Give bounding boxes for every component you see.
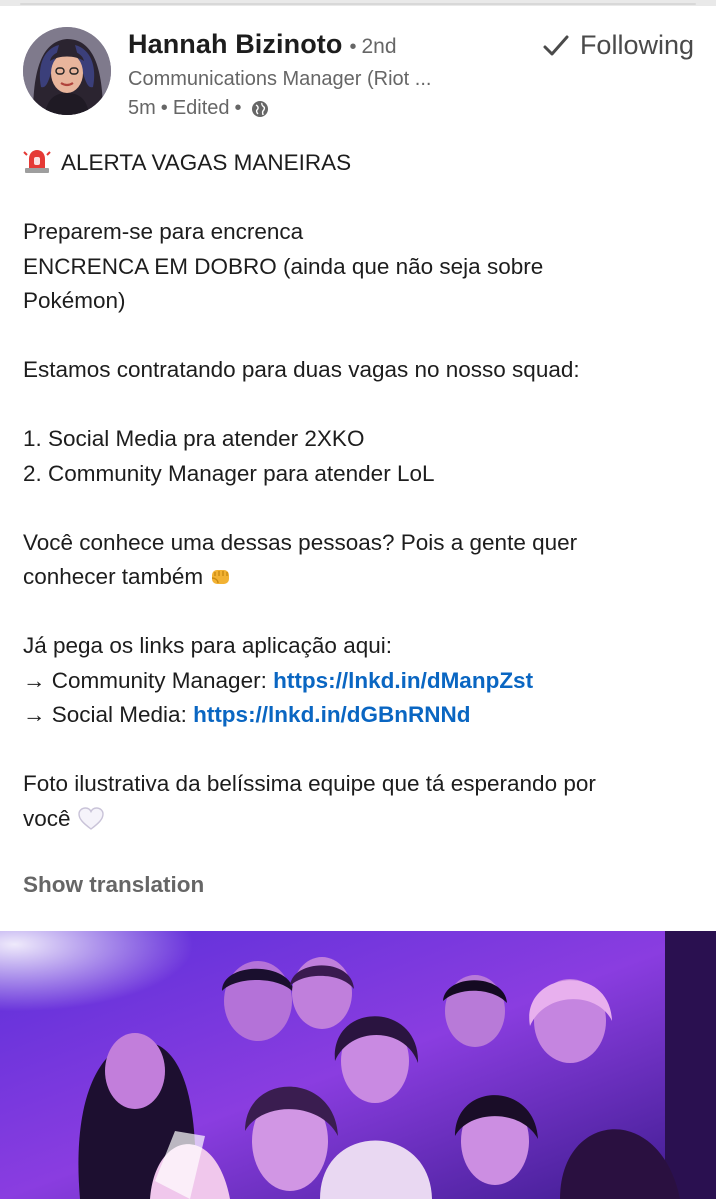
post-meta: 5m • Edited • xyxy=(128,97,269,120)
author-name-row: Hannah Bizinoto • 2nd xyxy=(128,29,397,60)
post-header: Hannah Bizinoto • 2nd Communications Man… xyxy=(0,20,716,130)
post-time: 5m xyxy=(128,97,156,119)
edited-label: Edited xyxy=(172,97,230,119)
globe-icon xyxy=(251,100,269,118)
text-line: Preparem-se para encrenca xyxy=(23,219,304,244)
separator-dot: • xyxy=(349,36,357,58)
alert-title: ALERTA VAGAS MANEIRAS xyxy=(61,150,352,175)
white-heart-icon xyxy=(77,806,105,832)
alert-line: ALERTA VAGAS MANEIRAS xyxy=(23,146,698,181)
text-line: Pokémon) xyxy=(23,288,126,313)
check-icon xyxy=(542,32,570,60)
post-image[interactable] xyxy=(0,931,716,1199)
community-manager-link[interactable]: https://lnkd.in/dManpZst xyxy=(273,668,533,693)
top-divider xyxy=(0,0,716,6)
text-line: Estamos contratando para duas vagas no n… xyxy=(23,357,580,382)
link-label: → Community Manager: xyxy=(23,667,274,693)
siren-icon xyxy=(23,148,51,174)
text-line: Você conhece uma dessas pessoas? Pois a … xyxy=(23,529,578,555)
author-avatar[interactable] xyxy=(23,27,111,115)
text-line-with-emoji: conhecer também xyxy=(23,560,698,595)
text-line-with-emoji: você xyxy=(23,802,698,837)
author-name[interactable]: Hannah Bizinoto xyxy=(128,29,342,60)
link-label: → Social Media: xyxy=(23,702,194,727)
link-line: → Social Media: https://lnkd.in/dGBnRNNd xyxy=(23,698,698,733)
text-line: Foto ilustrativa da belíssima equipe que… xyxy=(23,771,596,796)
text-line: Já pega os links para aplicação aqui: xyxy=(23,633,392,658)
author-headline: Communications Manager (Riot ... xyxy=(128,68,432,90)
separator-dot: • xyxy=(160,97,168,119)
text-fragment: conhecer também xyxy=(23,564,204,589)
fist-icon xyxy=(209,564,233,588)
link-line: → Community Manager: https://lnkd.in/dMa… xyxy=(23,664,698,699)
following-label: Following xyxy=(579,30,694,60)
post-text: ALERTA VAGAS MANEIRAS Preparem-se para e… xyxy=(23,146,698,836)
show-translation-button[interactable]: Show translation xyxy=(23,872,204,898)
list-item: 2. Community Manager para atender LoL xyxy=(23,460,435,486)
text-line: ENCRENCA EM DOBRO (ainda que não seja so… xyxy=(23,253,544,279)
text-fragment: você xyxy=(23,805,71,831)
following-button[interactable]: Following xyxy=(542,30,694,61)
social-media-link[interactable]: https://lnkd.in/dGBnRNNd xyxy=(193,702,470,727)
separator-dot: • xyxy=(234,97,242,119)
list-item: 1. Social Media pra atender 2XKO xyxy=(23,426,365,451)
connection-degree: 2nd xyxy=(361,35,397,58)
